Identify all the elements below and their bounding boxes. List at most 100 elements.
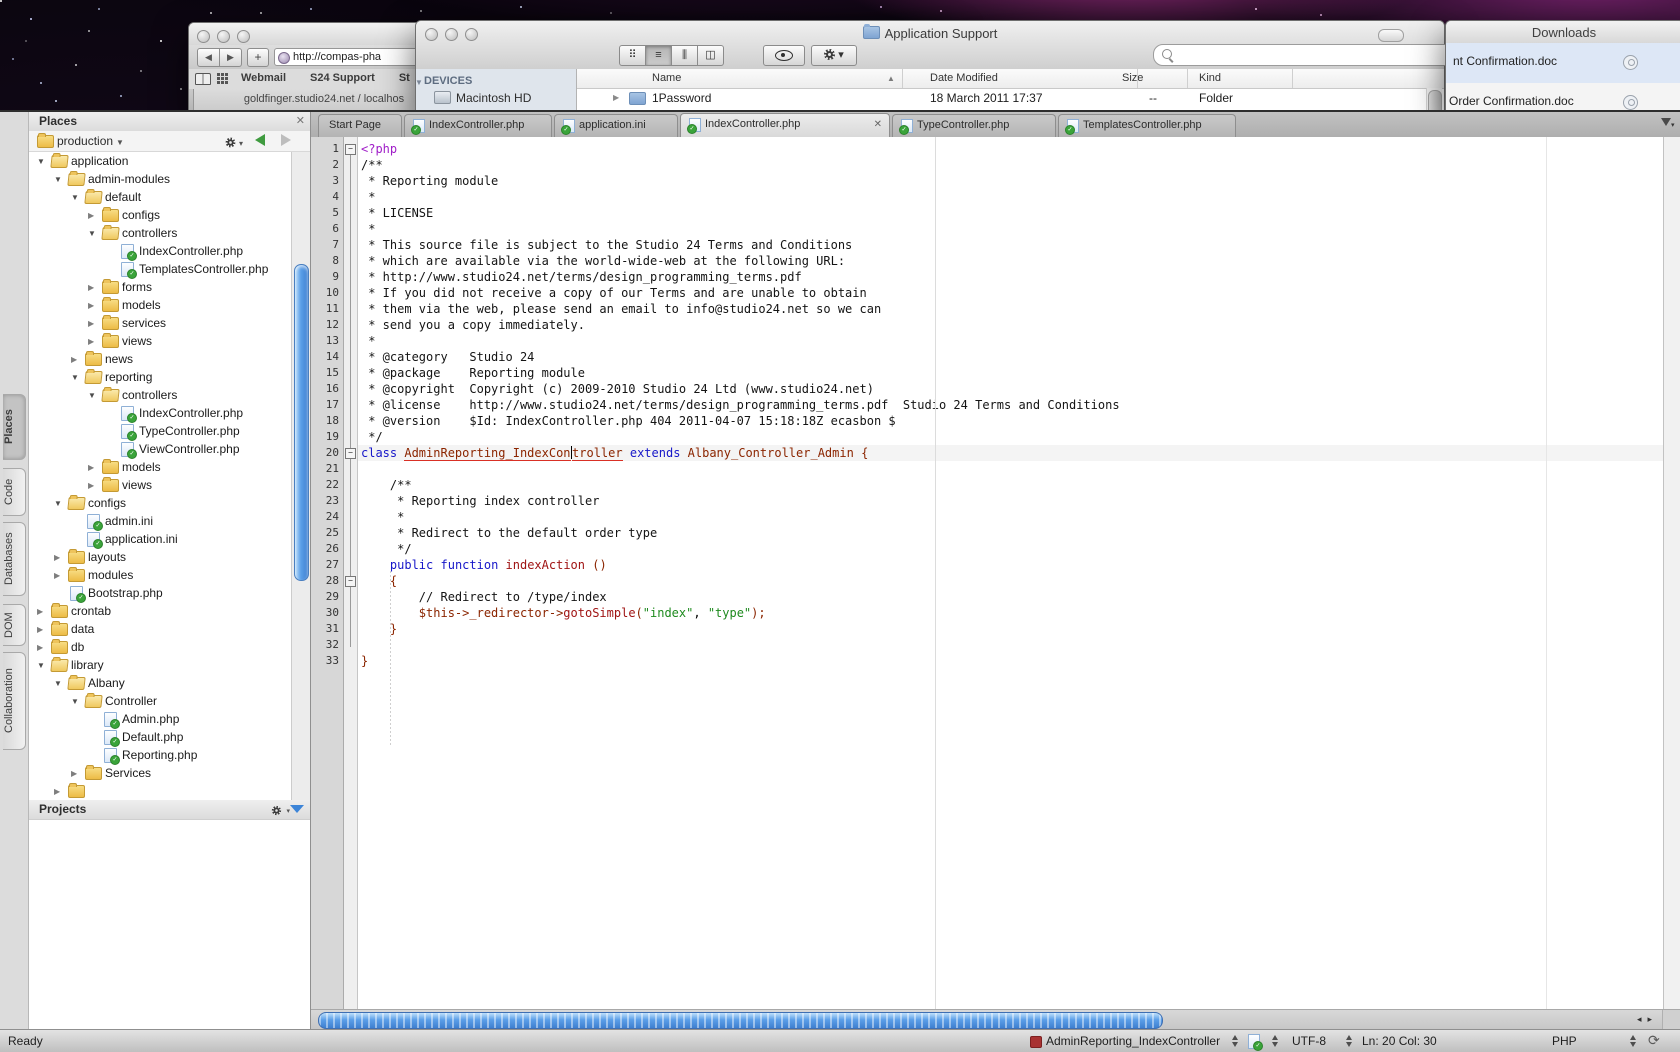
code-line[interactable]: * If you did not receive a copy of our T… xyxy=(358,285,1663,301)
tree-item-library[interactable]: ▼library xyxy=(29,656,292,674)
code-line[interactable]: * @package Reporting module xyxy=(358,365,1663,381)
tree-item-services[interactable]: ▶services xyxy=(29,314,292,332)
reveal-magnifier-icon[interactable] xyxy=(1623,55,1638,70)
forward-arrow-icon[interactable] xyxy=(281,134,291,146)
editor-tab-indexcontroller-php[interactable]: IndexController.php xyxy=(404,114,552,137)
tab-list-menu-button[interactable]: ▾ xyxy=(1661,118,1677,130)
tree-item-news[interactable]: ▶news xyxy=(29,350,292,368)
column-view-button[interactable]: ⫼ xyxy=(672,45,698,66)
code-line[interactable]: class AdminReporting_IndexController ext… xyxy=(358,445,1663,461)
action-menu-button[interactable]: ▾ xyxy=(811,45,857,66)
disclosure-triangle[interactable]: ▼ xyxy=(415,78,423,87)
editor-vertical-scrollbar[interactable] xyxy=(1663,137,1680,1010)
tree-item-views[interactable]: ▶views xyxy=(29,476,292,494)
places-gear-menu[interactable]: ▾ xyxy=(225,135,243,149)
code-editor[interactable]: <?php/** * Reporting module * * LICENSE … xyxy=(358,137,1663,1010)
tree-item-controllers[interactable]: ▼controllers xyxy=(29,386,292,404)
bookmark-item[interactable]: Webmail xyxy=(241,72,286,84)
disclosure-triangle[interactable]: ▼ xyxy=(88,229,96,238)
tree-item-admin-ini[interactable]: admin.ini xyxy=(29,512,292,530)
disclosure-triangle[interactable]: ▶ xyxy=(88,463,94,472)
editor-tab-start-page[interactable]: Start Page xyxy=(318,114,402,137)
disclosure-triangle[interactable]: ▶ xyxy=(88,301,94,310)
tree-item-default-php[interactable]: Default.php xyxy=(29,728,292,746)
code-line[interactable]: * @copyright Copyright (c) 2009-2010 Stu… xyxy=(358,381,1663,397)
column-divider[interactable] xyxy=(1187,69,1188,88)
code-line[interactable]: public function indexAction () xyxy=(358,557,1663,573)
code-line[interactable]: * LICENSE xyxy=(358,205,1663,221)
code-line[interactable]: <?php xyxy=(358,141,1663,157)
code-line[interactable]: * which are available via the world-wide… xyxy=(358,253,1663,269)
code-line[interactable]: // Redirect to /type/index xyxy=(358,589,1663,605)
tree-item-models[interactable]: ▶models xyxy=(29,458,292,476)
code-line[interactable]: { xyxy=(358,573,1663,589)
code-line[interactable]: * @category Studio 24 xyxy=(358,349,1663,365)
side-tab-places[interactable]: Places xyxy=(3,394,26,460)
icon-view-button[interactable]: ⠿ xyxy=(619,45,646,66)
tree-item-bootstrap-php[interactable]: Bootstrap.php xyxy=(29,584,292,602)
code-line[interactable]: * xyxy=(358,509,1663,525)
tree-item-indexcontroller-php[interactable]: IndexController.php xyxy=(29,404,292,422)
column-divider[interactable] xyxy=(1292,69,1293,88)
stepper-icon[interactable] xyxy=(1630,1035,1637,1047)
scrollbar-thumb[interactable] xyxy=(318,1012,1163,1029)
tree-item-modules[interactable]: ▶modules xyxy=(29,566,292,584)
stepper-icon[interactable] xyxy=(1232,1035,1239,1047)
tree-item-indexcontroller-php[interactable]: IndexController.php xyxy=(29,242,292,260)
disclosure-triangle[interactable]: ▼ xyxy=(71,193,79,202)
tree-item-configs[interactable]: ▶configs xyxy=(29,206,292,224)
disclosure-triangle[interactable]: ▶ xyxy=(71,769,77,778)
current-symbol[interactable]: AdminReporting_IndexController xyxy=(1046,1034,1220,1048)
editor-tab-templatescontroller-php[interactable]: TemplatesController.php xyxy=(1058,114,1236,137)
tree-item-models[interactable]: ▶models xyxy=(29,296,292,314)
disclosure-triangle[interactable]: ▼ xyxy=(71,373,79,382)
code-line[interactable]: * xyxy=(358,189,1663,205)
disclosure-triangle[interactable]: ▼ xyxy=(37,157,45,166)
fold-toggle[interactable]: − xyxy=(345,576,356,587)
column-header-kind[interactable]: Kind xyxy=(1199,72,1221,84)
downloads-titlebar[interactable]: Downloads xyxy=(1446,21,1680,44)
back-arrow-icon[interactable] xyxy=(255,134,265,146)
list-view-button[interactable]: ≡ xyxy=(646,45,672,66)
bookmarks-book-icon[interactable] xyxy=(195,73,211,85)
side-tab-dom[interactable]: DOM xyxy=(3,604,26,646)
disclosure-triangle[interactable]: ▶ xyxy=(88,283,94,292)
tree-item-application-ini[interactable]: application.ini xyxy=(29,530,292,548)
disclosure-triangle[interactable]: ▶ xyxy=(37,643,43,652)
column-divider[interactable] xyxy=(1137,69,1138,88)
tree-item-templatescontroller-php[interactable]: TemplatesController.php xyxy=(29,260,292,278)
forward-button[interactable]: ▶ xyxy=(220,48,242,67)
code-line[interactable]: * them via the web, please send an email… xyxy=(358,301,1663,317)
disclosure-triangle[interactable]: ▼ xyxy=(54,175,62,184)
bookmark-item[interactable]: St xyxy=(399,72,410,84)
language-indicator[interactable]: PHP xyxy=(1552,1034,1577,1048)
tree-item-default[interactable]: ▼default xyxy=(29,188,292,206)
disclosure-triangle[interactable]: ▶ xyxy=(54,553,60,562)
disclosure-triangle[interactable]: ▼ xyxy=(71,697,79,706)
editor-horizontal-scrollbar[interactable]: ◂▸ xyxy=(311,1009,1680,1030)
editor-tab-indexcontroller-php[interactable]: IndexController.php✕ xyxy=(680,113,890,137)
projects-gear-menu[interactable] xyxy=(271,803,282,817)
sync-icon[interactable]: ⟳ xyxy=(1648,1032,1660,1049)
code-line[interactable]: * @license http://www.studio24.net/terms… xyxy=(358,397,1663,413)
fold-toggle[interactable]: − xyxy=(345,144,356,155)
tree-item-controller[interactable]: ▼Controller xyxy=(29,692,292,710)
code-line[interactable]: * xyxy=(358,221,1663,237)
tree-item-configs[interactable]: ▼configs xyxy=(29,494,292,512)
tree-item-admin-php[interactable]: Admin.php xyxy=(29,710,292,728)
tree-item-application[interactable]: ▼application xyxy=(29,152,292,170)
disclosure-triangle[interactable]: ▶ xyxy=(37,625,43,634)
tree-item-reporting[interactable]: ▼reporting xyxy=(29,368,292,386)
code-line[interactable]: /** xyxy=(358,477,1663,493)
tree-item-data[interactable]: ▶data xyxy=(29,620,292,638)
disclosure-triangle[interactable]: ▶ xyxy=(54,571,60,580)
new-tab-button[interactable]: + xyxy=(247,48,269,67)
scrollbar-arrows[interactable]: ◂▸ xyxy=(1637,1014,1658,1025)
projects-panel-body[interactable] xyxy=(29,819,310,1030)
tree-item-viewcontroller-php[interactable]: ViewController.php xyxy=(29,440,292,458)
finder-titlebar[interactable]: Application Support ⠿ ≡ ⫼ ◫ ▾ xyxy=(416,21,1444,70)
column-header-size[interactable]: Size xyxy=(1122,72,1143,84)
disclosure-triangle[interactable]: ▶ xyxy=(88,481,94,490)
side-tab-collaboration[interactable]: Collaboration xyxy=(3,652,26,750)
side-tab-databases[interactable]: Databases xyxy=(3,522,26,596)
